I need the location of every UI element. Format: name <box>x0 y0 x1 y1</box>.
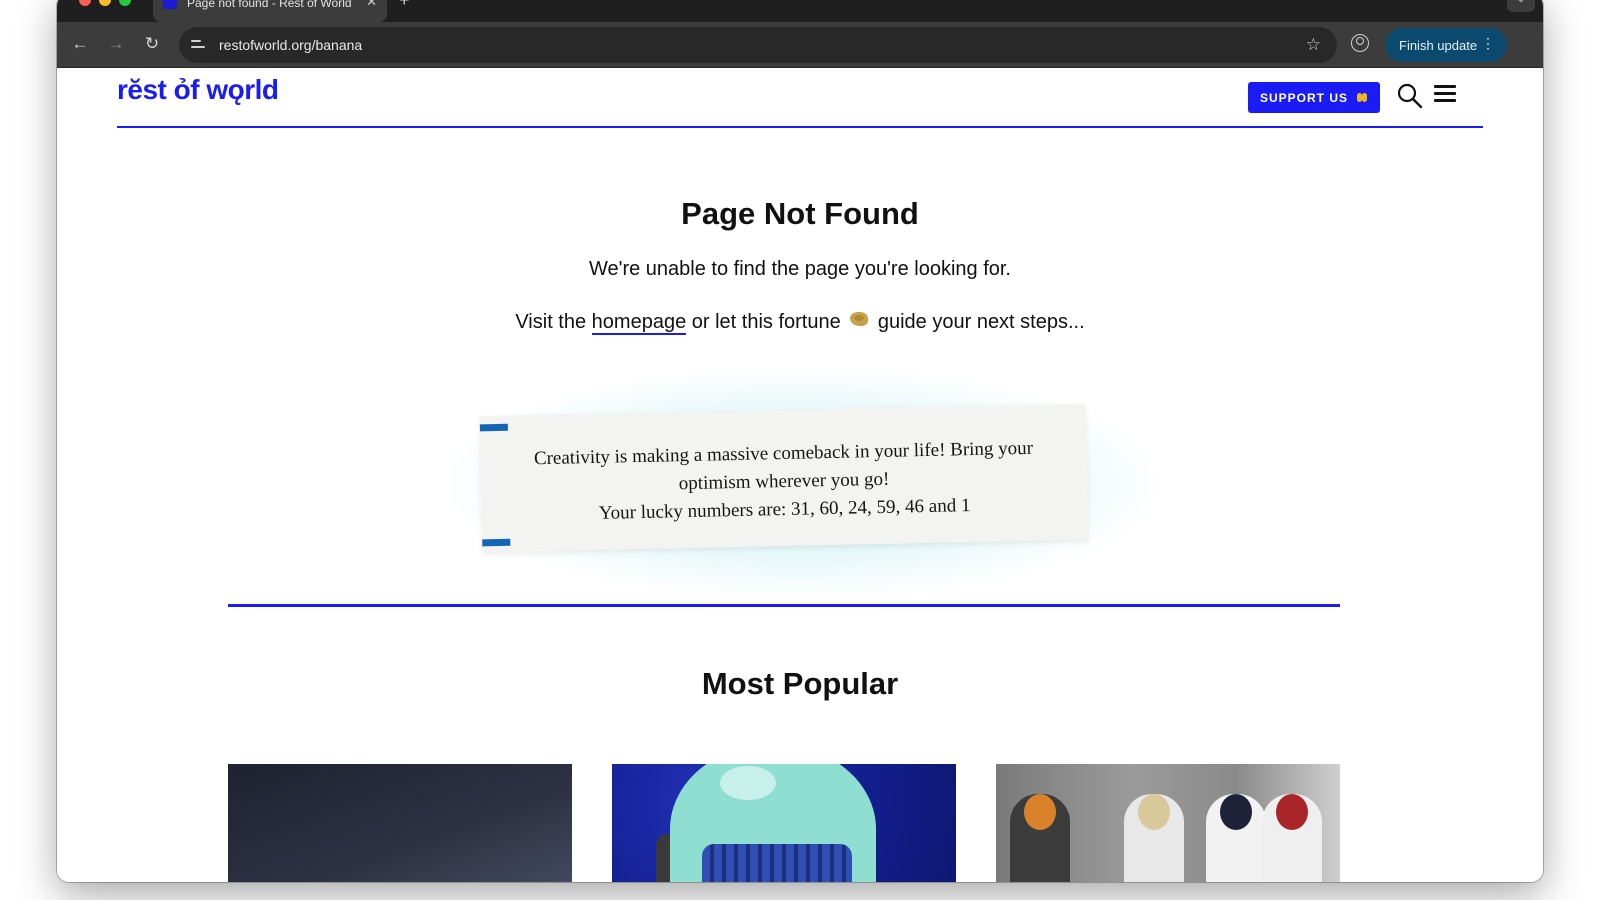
minimize-window-button[interactable] <box>99 0 111 6</box>
popular-article-image[interactable] <box>996 764 1340 882</box>
fortune-tag-top <box>479 423 508 432</box>
fortune-tag-bottom <box>482 538 511 547</box>
popular-article-image[interactable] <box>228 764 572 882</box>
not-found-message: We're unable to find the page you're loo… <box>589 258 1011 280</box>
visit-prefix: Visit the <box>515 311 587 333</box>
browser-window: Page not found - Rest of World ✕ + ⌄ ← →… <box>57 0 1543 882</box>
star-icon[interactable]: ☆ <box>1306 35 1321 55</box>
finish-update-button[interactable]: Finish update ⋮ <box>1385 28 1507 62</box>
helmet-visor <box>702 844 852 882</box>
support-us-label: SUPPORT US <box>1259 90 1348 105</box>
tab-close-icon[interactable]: ✕ <box>366 0 377 10</box>
reload-icon[interactable]: ↻ <box>141 34 163 54</box>
url-text[interactable]: restofworld.org/banana <box>219 37 362 53</box>
popular-article-image[interactable] <box>612 764 956 882</box>
fortune-slip: Creativity is making a massive comeback … <box>479 403 1089 553</box>
tab-search-button[interactable]: ⌄ <box>1507 0 1535 12</box>
header-divider <box>117 126 1483 128</box>
support-us-button[interactable]: SUPPORT US <box>1248 82 1380 113</box>
maximize-window-button[interactable] <box>119 0 131 6</box>
forward-arrow-icon[interactable]: → <box>105 34 127 54</box>
section-divider <box>228 604 1340 607</box>
visit-message: Visit the homepage or let this fortune g… <box>57 311 1543 335</box>
homepage-link[interactable]: homepage <box>591 311 687 335</box>
kebab-menu-icon[interactable]: ⋮ <box>1481 35 1495 52</box>
finish-update-label: Finish update <box>1399 37 1478 53</box>
back-arrow-icon[interactable]: ← <box>69 34 91 54</box>
visit-middle: or let this fortune <box>691 311 841 333</box>
heart-icon <box>1356 92 1368 103</box>
most-popular-heading: Most Popular <box>701 666 899 701</box>
character-figure <box>1262 794 1322 882</box>
hamburger-menu-icon[interactable] <box>1434 84 1456 104</box>
tab-title: Page not found - Rest of World <box>187 0 352 10</box>
tab-strip: Page not found - Rest of World ✕ + ⌄ <box>57 0 1543 22</box>
page-title: Page Not Found <box>681 196 919 231</box>
search-icon[interactable] <box>1395 81 1425 111</box>
page-content: rĕst ỏf wǫrld SUPPORT US Page Not Found … <box>57 68 1543 882</box>
active-tab[interactable]: Page not found - Rest of World ✕ <box>153 0 387 22</box>
profile-icon[interactable] <box>1351 34 1369 52</box>
character-figure <box>1010 794 1070 882</box>
close-window-button[interactable] <box>79 0 91 6</box>
new-tab-button[interactable]: + <box>399 0 410 11</box>
character-figure <box>1124 794 1184 882</box>
character-figure <box>1206 794 1266 882</box>
address-bar[interactable]: restofworld.org/banana ☆ <box>179 27 1337 63</box>
visit-suffix: guide your next steps... <box>877 311 1085 333</box>
site-info-icon[interactable] <box>191 38 207 52</box>
browser-toolbar: ← → ↻ restofworld.org/banana ☆ Finish up… <box>57 22 1543 68</box>
fortune-cookie-icon <box>850 312 869 326</box>
site-logo[interactable]: rĕst ỏf wǫrld <box>117 74 279 106</box>
favicon-icon <box>163 0 177 9</box>
